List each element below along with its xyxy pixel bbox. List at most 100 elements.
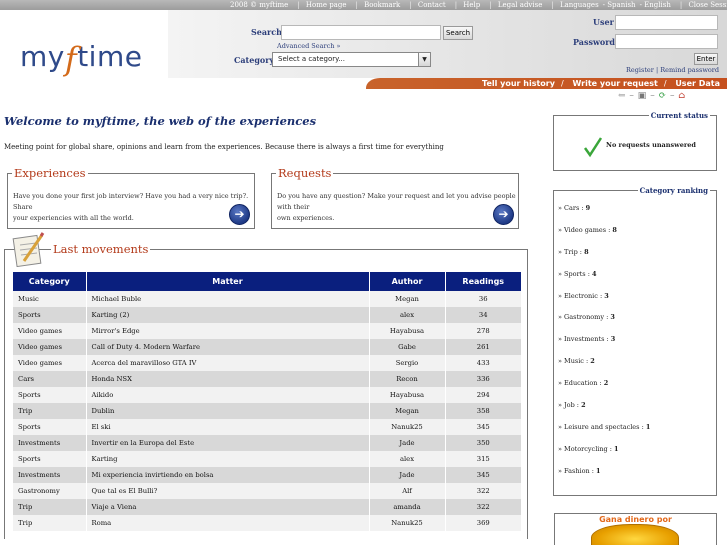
ranking-item[interactable]: » Fashion : 1 [558, 467, 718, 489]
nav-tell-your-history[interactable]: Tell your history [482, 79, 555, 88]
table-row[interactable]: Gastronomy Que tal es El Bulli? Alf 322 [13, 483, 521, 499]
search-input[interactable] [281, 25, 441, 40]
ranking-item[interactable]: » Music : 2 [558, 357, 718, 379]
ranking-item[interactable]: » Sports : 4 [558, 270, 718, 292]
advertisement-banner[interactable]: Gana dinero por [554, 513, 717, 545]
contact-link[interactable]: Contact [418, 1, 446, 9]
ranking-item-name: Cars [564, 204, 580, 212]
cell-readings: 336 [444, 371, 521, 387]
ranking-item[interactable]: » Electronic : 3 [558, 292, 718, 314]
password-input[interactable] [615, 34, 718, 49]
back-arrow-icon[interactable]: ⇐ [618, 91, 626, 101]
cell-matter[interactable]: Mirror's Edge [85, 323, 369, 339]
table-row[interactable]: Video games Acerca del maravilloso GTA IV… [13, 355, 521, 371]
cell-readings: 278 [444, 323, 521, 339]
cell-matter[interactable]: Acerca del maravilloso GTA IV [85, 355, 369, 371]
cell-author: Recon [368, 371, 445, 387]
table-row[interactable]: Investments Invertir en la Europa del Est… [13, 435, 521, 451]
ranking-item-name: Electronic [564, 291, 598, 300]
cell-matter[interactable]: El ski [85, 419, 369, 435]
remind-password-link[interactable]: Remind password [660, 66, 719, 74]
requests-go-arrow-icon[interactable]: ➔ [493, 204, 514, 225]
ranking-item[interactable]: » Job : 2 [558, 401, 718, 423]
cell-readings: 36 [444, 291, 521, 307]
close-session-link[interactable]: Close Session [688, 1, 727, 9]
nav-write-your-request[interactable]: Write your request [572, 79, 657, 88]
cell-matter[interactable]: Honda NSX [85, 371, 369, 387]
cell-category: Investments [13, 467, 86, 483]
cell-author: Sergio [368, 355, 445, 371]
ranking-item[interactable]: » Trip : 8 [558, 248, 718, 270]
ranking-item-name: Job [564, 401, 575, 410]
myftime-logo[interactable]: myftime [20, 36, 142, 78]
ranking-item[interactable]: » Cars : 9 [558, 204, 718, 226]
column-header-readings[interactable]: Readings [444, 272, 521, 291]
cell-category: Sports [13, 419, 86, 435]
help-link[interactable]: Help [463, 1, 480, 9]
ranking-item-name: Leisure and spectacles [564, 422, 640, 431]
cell-author: amanda [368, 499, 445, 515]
home-icon[interactable]: ⌂ [678, 91, 685, 101]
language-spanish-link[interactable]: Spanish [607, 1, 635, 9]
cell-matter[interactable]: Karting [85, 451, 369, 467]
table-row[interactable]: Video games Mirror's Edge Hayabusa 278 [13, 323, 521, 339]
bookmark-link[interactable]: Bookmark [364, 1, 400, 9]
cell-matter[interactable]: Invertir en la Europa del Este [85, 435, 369, 451]
advanced-search-link[interactable]: Advanced Search » [277, 42, 340, 50]
table-row[interactable]: Investments Mi experiencia invirtiendo en… [13, 467, 521, 483]
language-english-link[interactable]: English [644, 1, 671, 9]
table-row[interactable]: Sports Karting (2) alex 34 [13, 307, 521, 323]
experiences-go-arrow-icon[interactable]: ➔ [229, 204, 250, 225]
user-input[interactable] [615, 15, 718, 30]
cell-matter[interactable]: Karting (2) [85, 307, 369, 323]
print-icon[interactable]: ▣ [638, 91, 647, 101]
table-row[interactable]: Sports Aikido Hayabusa 294 [13, 387, 521, 403]
ranking-item[interactable]: » Gastronomy : 3 [558, 313, 718, 335]
user-label: User [593, 17, 614, 27]
cell-matter[interactable]: Aikido [85, 387, 369, 403]
ranking-item[interactable]: » Leisure and spectacles : 1 [558, 423, 718, 445]
ranking-item[interactable]: » Education : 2 [558, 379, 718, 401]
current-status-box: Current status No requests unanswered [553, 111, 717, 171]
cell-matter[interactable]: Mi experiencia invirtiendo en bolsa [85, 467, 369, 483]
cell-matter[interactable]: Michael Buble [85, 291, 369, 307]
current-status-title: Current status [648, 111, 710, 120]
cell-matter[interactable]: Roma [85, 515, 369, 531]
cell-author: Megan [368, 403, 445, 419]
cell-matter[interactable]: Call of Duty 4. Modern Warfare [85, 339, 369, 355]
page-title: Welcome to myftime, the web of the exper… [4, 114, 317, 128]
ranking-item[interactable]: » Investments : 3 [558, 335, 718, 357]
register-link[interactable]: Register [626, 66, 654, 74]
cell-matter[interactable]: Dublin [85, 403, 369, 419]
cell-readings: 261 [444, 339, 521, 355]
nav-user-data[interactable]: User Data [675, 79, 720, 88]
main-nav: Tell your history / Write your request / U… [366, 78, 727, 89]
table-row[interactable]: Trip Roma Nanuk25 369 [13, 515, 521, 531]
column-header-category[interactable]: Category [13, 272, 86, 291]
enter-button[interactable]: Enter [694, 53, 718, 65]
ranking-item[interactable]: » Video games : 8 [558, 226, 718, 248]
category-select[interactable]: Select a category... ▼ [272, 52, 431, 67]
cell-author: Nanuk25 [368, 515, 445, 531]
table-row[interactable]: Music Michael Buble Megan 36 [13, 291, 521, 307]
column-header-author[interactable]: Author [368, 272, 445, 291]
requests-text-2: own experiences. [277, 214, 335, 222]
cell-matter[interactable]: Viaje a Viena [85, 499, 369, 515]
search-button[interactable]: Search [443, 26, 473, 40]
chevron-down-icon[interactable]: ▼ [418, 53, 430, 66]
ranking-item-count: 1 [645, 422, 651, 431]
table-row[interactable]: Video games Call of Duty 4. Modern Warfar… [13, 339, 521, 355]
home-page-link[interactable]: Home page [306, 1, 347, 9]
legal-advise-link[interactable]: Legal advise [498, 1, 543, 9]
table-row[interactable]: Trip Viaje a Viena amanda 322 [13, 499, 521, 515]
password-label: Password [573, 37, 616, 47]
cell-readings: 322 [444, 499, 521, 515]
refresh-icon[interactable]: ⟳ [659, 91, 667, 101]
column-header-matter[interactable]: Matter [85, 272, 369, 291]
ranking-item[interactable]: » Motorcycling : 1 [558, 445, 718, 467]
table-row[interactable]: Cars Honda NSX Recon 336 [13, 371, 521, 387]
table-row[interactable]: Trip Dublin Megan 358 [13, 403, 521, 419]
cell-matter[interactable]: Que tal es El Bulli? [85, 483, 369, 499]
table-row[interactable]: Sports Karting alex 315 [13, 451, 521, 467]
table-row[interactable]: Sports El ski Nanuk25 345 [13, 419, 521, 435]
